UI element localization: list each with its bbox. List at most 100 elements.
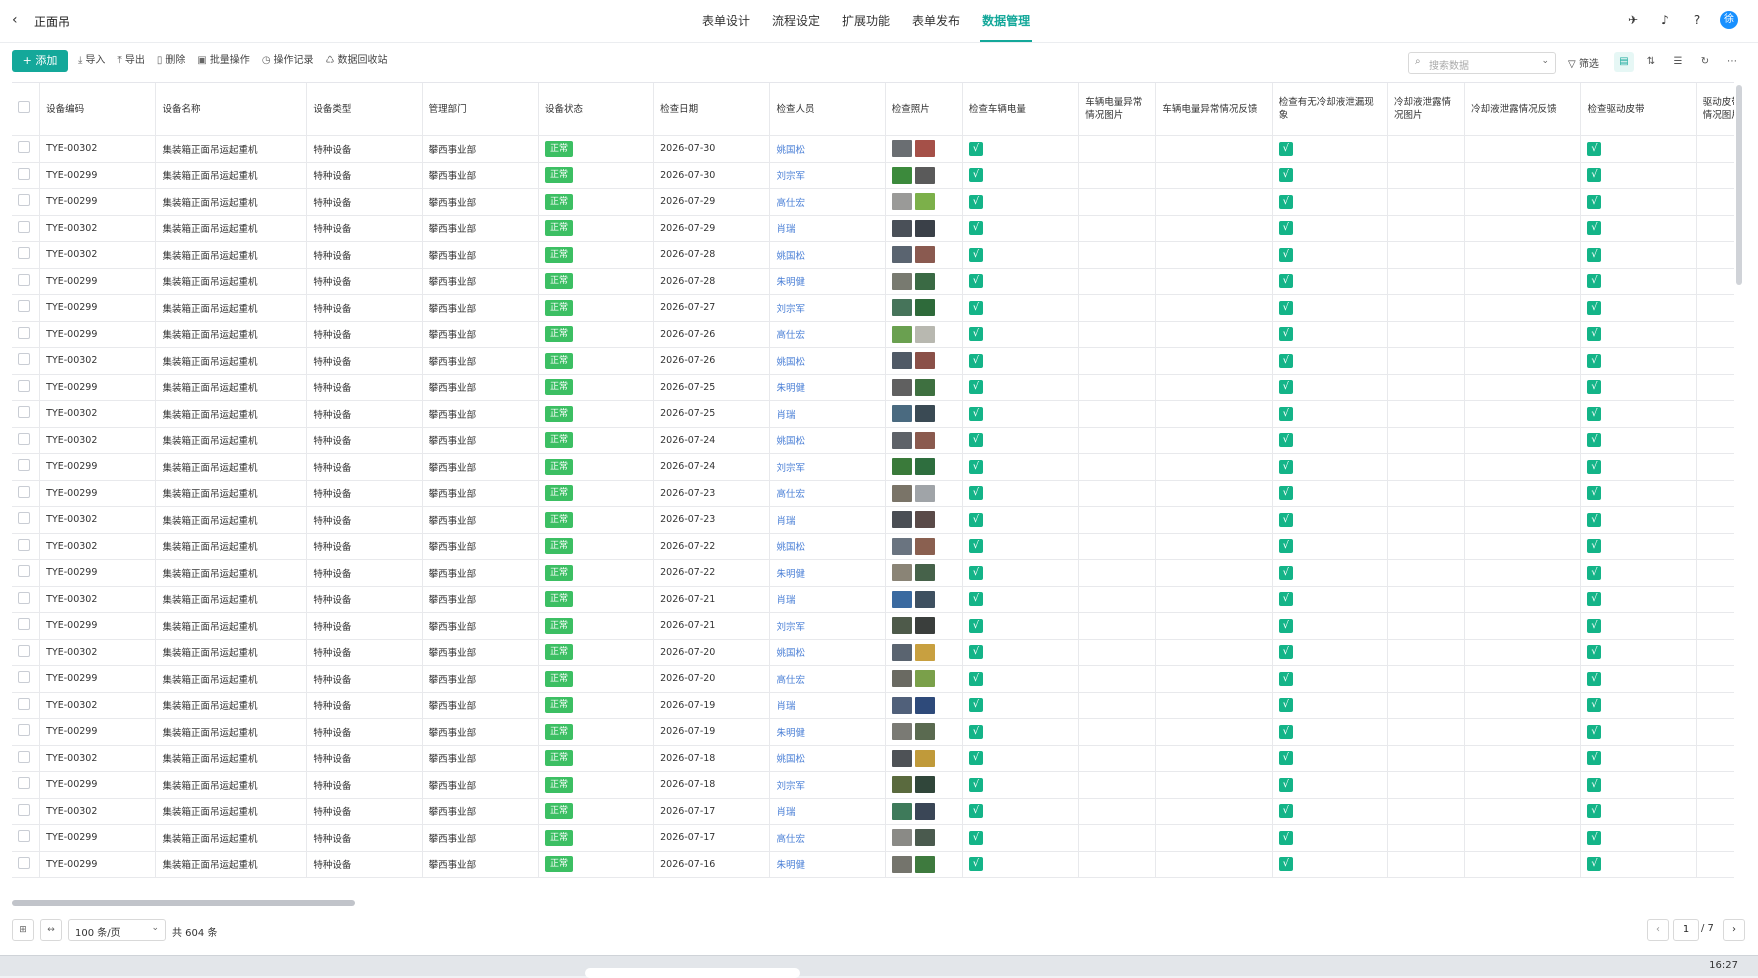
group-icon[interactable]: ☰ [1668,52,1688,72]
table-row[interactable]: TYE-00299 集装箱正面吊运起重机 特种设备 攀西事业部 正常 2026-07-21… [12,612,1734,640]
row-checkbox[interactable] [18,220,30,233]
photo-thumbnail[interactable] [891,193,912,211]
nav-extensions[interactable]: 扩展功能 [840,0,892,42]
row-checkbox[interactable] [18,591,30,604]
nav-data-management[interactable]: 数据管理 [980,0,1033,42]
add-button[interactable]: + 添加 [12,50,68,72]
inspector-link[interactable]: 肖瑞 [776,595,795,606]
nav-form-publish[interactable]: 表单发布 [910,0,962,42]
history-button[interactable]: ◷ 操作记录 [262,50,314,72]
table-row[interactable]: TYE-00302 集装箱正面吊运起重机 特种设备 攀西事业部 正常 2026-07-28… [12,241,1734,269]
filter-button[interactable]: ▽ 筛选 [1568,55,1599,70]
column-header[interactable]: 检查车辆电量 [962,83,1080,136]
table-row[interactable]: TYE-00302 集装箱正面吊运起重机 特种设备 攀西事业部 正常 2026-07-25… [12,400,1734,428]
photo-thumbnail[interactable] [914,299,935,317]
photo-thumbnail[interactable] [891,643,912,661]
photo-thumbnail[interactable] [914,325,935,343]
photo-thumbnail[interactable] [891,325,912,343]
inspector-link[interactable]: 肖瑞 [776,224,795,235]
table-row[interactable]: TYE-00299 集装箱正面吊运起重机 特种设备 攀西事业部 正常 2026-07-27… [12,294,1734,322]
row-checkbox[interactable] [18,353,30,366]
more-icon[interactable]: ⋯ [1722,52,1742,72]
photo-thumbnail[interactable] [891,564,912,582]
inspector-link[interactable]: 朱明健 [776,383,805,394]
table-row[interactable]: TYE-00299 集装箱正面吊运起重机 特种设备 攀西事业部 正常 2026-07-20… [12,665,1734,693]
bell-icon[interactable]: ♪ [1656,11,1674,29]
photo-thumbnail[interactable] [891,299,912,317]
nav-form-design[interactable]: 表单设计 [700,0,752,42]
photo-thumbnail[interactable] [891,617,912,635]
photo-thumbnail[interactable] [891,405,912,423]
chevron-left-icon[interactable]: ‹ [12,12,18,28]
inspector-link[interactable]: 姚国松 [776,251,805,262]
row-checkbox[interactable] [18,644,30,657]
photo-thumbnail[interactable] [914,193,935,211]
current-page-input[interactable]: 1 [1673,919,1699,941]
table-row[interactable]: TYE-00302 集装箱正面吊运起重机 特种设备 攀西事业部 正常 2026-07-24… [12,427,1734,454]
photo-thumbnail[interactable] [891,511,912,529]
photo-thumbnail[interactable] [891,723,912,741]
row-checkbox[interactable] [18,141,30,154]
compass-icon[interactable]: ✈ [1624,11,1642,29]
photo-thumbnail[interactable] [914,749,935,767]
photo-thumbnail[interactable] [914,802,935,820]
photo-thumbnail[interactable] [914,776,935,794]
photo-thumbnail[interactable] [891,590,912,608]
photo-thumbnail[interactable] [914,219,935,237]
inspector-link[interactable]: 肖瑞 [776,410,795,421]
horizontal-scrollbar[interactable] [12,900,355,906]
photo-thumbnail[interactable] [891,272,912,290]
column-header[interactable]: 检查日期 [653,83,771,136]
table-row[interactable]: TYE-00299 集装箱正面吊运起重机 特种设备 攀西事业部 正常 2026-07-30… [12,162,1734,189]
photo-thumbnail[interactable] [914,166,935,184]
row-checkbox[interactable] [18,618,30,631]
inspector-link[interactable]: 姚国松 [776,648,805,659]
column-header[interactable]: 管理部门 [422,83,539,136]
inspector-link[interactable]: 高仕宏 [776,834,805,845]
column-header[interactable]: 设备状态 [538,83,655,136]
row-checkbox[interactable] [18,326,30,339]
batch-button[interactable]: ▣ 批量操作 [197,50,249,72]
table-row[interactable]: TYE-00299 集装箱正面吊运起重机 特种设备 攀西事业部 正常 2026-07-26… [12,321,1734,348]
nav-flow-settings[interactable]: 流程设定 [770,0,822,42]
column-header[interactable]: 检查有无冷却液泄漏现象 [1272,83,1388,136]
photo-thumbnail[interactable] [891,855,912,873]
inspector-link[interactable]: 刘宗军 [776,171,805,182]
row-checkbox[interactable] [18,432,30,445]
inspector-link[interactable]: 高仕宏 [776,489,805,500]
table-row[interactable]: TYE-00302 集装箱正面吊运起重机 特种设备 攀西事业部 正常 2026-07-22… [12,533,1734,560]
row-checkbox[interactable] [18,724,30,737]
inspector-link[interactable]: 刘宗军 [776,781,805,792]
table-row[interactable]: TYE-00302 集装箱正面吊运起重机 特种设备 攀西事业部 正常 2026-07-30… [12,135,1734,163]
refresh-icon[interactable]: ↻ [1695,52,1715,72]
table-row[interactable]: TYE-00299 集装箱正面吊运起重机 特种设备 攀西事业部 正常 2026-07-22… [12,559,1734,587]
photo-thumbnail[interactable] [891,246,912,264]
table-row[interactable]: TYE-00302 集装箱正面吊运起重机 特种设备 攀西事业部 正常 2026-07-21… [12,586,1734,613]
photo-thumbnail[interactable] [891,484,912,502]
photo-thumbnail[interactable] [914,272,935,290]
next-page-button[interactable]: › [1723,919,1745,941]
inspector-link[interactable]: 朱明健 [776,277,805,288]
row-checkbox[interactable] [18,512,30,525]
photo-thumbnail[interactable] [891,696,912,714]
row-checkbox[interactable] [18,777,30,790]
inspector-link[interactable]: 姚国松 [776,436,805,447]
column-width-icon[interactable]: ↔ [40,919,62,941]
photo-thumbnail[interactable] [914,643,935,661]
inspector-link[interactable]: 姚国松 [776,357,805,368]
column-header[interactable]: 车辆电量异常情况反馈 [1155,83,1273,136]
photo-thumbnail[interactable] [914,511,935,529]
row-checkbox[interactable] [18,697,30,710]
row-checkbox[interactable] [18,830,30,843]
inspector-link[interactable]: 高仕宏 [776,675,805,686]
column-header[interactable]: 检查照片 [885,83,963,136]
photo-thumbnail[interactable] [891,140,912,158]
photo-thumbnail[interactable] [891,776,912,794]
column-header[interactable]: 冷却液泄露情况图片 [1387,83,1466,136]
row-checkbox[interactable] [18,459,30,472]
column-header[interactable]: 设备类型 [306,83,423,136]
sort-icon[interactable]: ⇅ [1641,52,1661,72]
photo-thumbnail[interactable] [914,617,935,635]
select-all-checkbox[interactable] [18,101,30,113]
photo-thumbnail[interactable] [914,829,935,847]
